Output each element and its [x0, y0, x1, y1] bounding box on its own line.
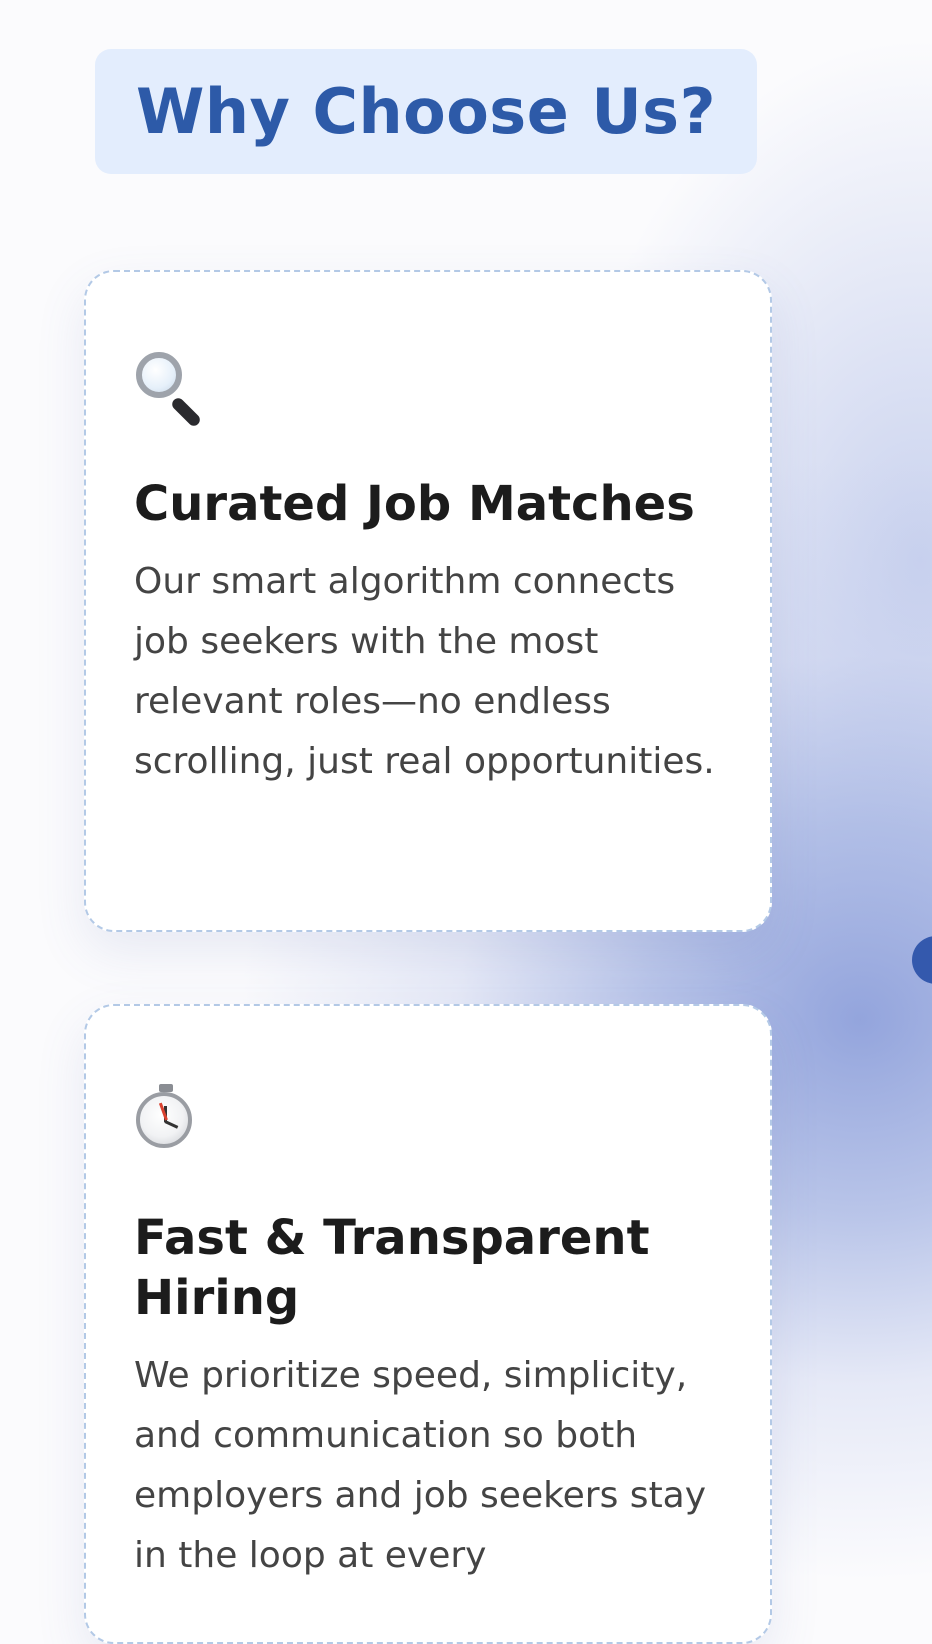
section-heading-box: Why Choose Us?: [95, 49, 757, 174]
feature-card-description: Our smart algorithm connects job seekers…: [134, 561, 715, 782]
feature-card-curated-job-matches: Curated Job Matches Our smart algorithm …: [84, 270, 772, 932]
magnifying-glass-icon: [134, 350, 724, 429]
feature-card-fast-transparent-hiring: Fast & Transparent Hiring We prioritize …: [84, 1004, 772, 1644]
feature-card-description: We prioritize speed, simplicity, and com…: [134, 1355, 707, 1576]
why-choose-us-section: Why Choose Us? Curated Job Matches Our s…: [0, 0, 932, 1644]
feature-card-title: Fast & Transparent Hiring: [134, 1210, 650, 1326]
stopwatch-icon: [134, 1084, 724, 1156]
feature-card-title: Curated Job Matches: [134, 476, 695, 532]
section-heading: Why Choose Us?: [135, 75, 717, 148]
